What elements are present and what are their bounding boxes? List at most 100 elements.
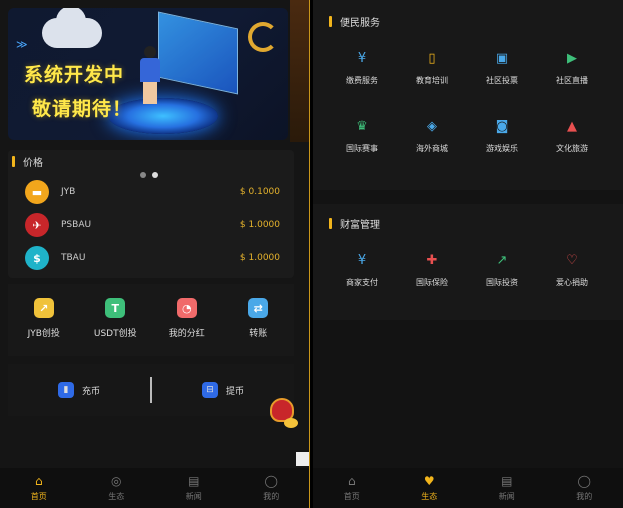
price-row[interactable]: ▬ JYB $ 0.1000 <box>8 178 294 206</box>
wealth-section-header: 财富管理 <box>329 216 380 231</box>
service-heart[interactable]: ♡ 爱心捐助 <box>537 250 607 288</box>
trophy-icon: ♛ <box>356 118 368 134</box>
banner-subtitle: 敬请期待！ <box>32 98 133 120</box>
quick-action-label: USDT创投 <box>93 329 137 339</box>
price-row[interactable]: $ TBAU $ 1.0000 <box>8 244 294 272</box>
ecology-screen: 便民服务 ¥ 缴费服务 ▯ 教育培训 ▣ 社区投票 ▶ 社区直播 ♛ 国际赛事 ◈ 海外商城 ◙ 游戏娱乐… <box>313 0 623 508</box>
section-accent-bar <box>329 218 332 229</box>
tab-news[interactable]: ▤ 新闻 <box>155 468 233 508</box>
service-live[interactable]: ▶ 社区直播 <box>537 48 607 86</box>
price-row[interactable]: ✈ PSBAU $ 1.0000 <box>8 211 294 239</box>
withdraw-label: 提币 <box>225 386 244 397</box>
service-label: 社区直播 <box>556 76 588 85</box>
service-trophy[interactable]: ♛ 国际赛事 <box>327 116 397 154</box>
coin-name: PSBAU <box>61 220 92 230</box>
services-section-header: 便民服务 <box>329 14 380 29</box>
tether-icon: T <box>105 298 126 318</box>
service-insurance[interactable]: ✚ 国际保险 <box>397 250 467 288</box>
tab-label: 新闻 <box>498 492 515 501</box>
news-icon: ▤ <box>188 474 200 488</box>
service-label: 国际赛事 <box>346 144 378 153</box>
withdraw-button[interactable]: ⊟ 提币 <box>152 382 294 398</box>
red-envelope-icon[interactable] <box>266 398 300 432</box>
tab-label: 新闻 <box>185 492 202 501</box>
coin-price: $ 1.0000 <box>239 253 280 263</box>
tab-ecology[interactable]: ◎ 生态 <box>78 468 156 508</box>
user-icon: ◯ <box>577 474 591 488</box>
service-shop[interactable]: ◈ 海外商城 <box>397 116 467 154</box>
tbau-coin-icon: $ <box>25 246 49 270</box>
deposit-label: 充币 <box>81 386 100 397</box>
tab-label: 首页 <box>30 492 47 501</box>
banner[interactable]: ≫ 系统开发中 敬请期待！ <box>8 8 288 140</box>
psbau-coin-icon: ✈ <box>25 213 49 237</box>
service-merchant-pay[interactable]: ¥ 商家支付 <box>327 250 397 288</box>
home-screen: ≫ 系统开发中 敬请期待！ 价格 ▬ JYB $ 0.1000 ✈ PSBAU $ 1.0… <box>0 0 310 508</box>
tab-news[interactable]: ▤ 新闻 <box>468 468 546 508</box>
investment-icon: ↗ <box>496 252 508 268</box>
shop-icon: ◈ <box>427 118 437 134</box>
quick-action-4[interactable]: ⇄ 转账 <box>223 284 295 356</box>
service-payment[interactable]: ¥ 缴费服务 <box>327 48 397 86</box>
coin-price: $ 0.1000 <box>239 187 280 197</box>
price-section-header: 价格 <box>12 154 43 169</box>
service-book[interactable]: ▯ 教育培训 <box>397 48 467 86</box>
ecology-icon: ◎ <box>111 474 122 488</box>
banner-title: 系统开发中 <box>24 64 125 86</box>
deposit-button[interactable]: ▮ 充币 <box>8 382 150 398</box>
chart-icon: ↗ <box>33 298 54 318</box>
bottom-tab-bar: ⌂ 首页 ♥ 生态 ▤ 新闻 ◯ 我的 <box>313 468 623 508</box>
brand-logo <box>248 22 278 52</box>
floating-handle[interactable] <box>296 452 309 466</box>
service-label: 爱心捐助 <box>556 278 588 287</box>
service-vote[interactable]: ▣ 社区投票 <box>467 48 537 86</box>
coin-price: $ 1.0000 <box>239 220 280 230</box>
ecology-icon: ♥ <box>423 474 435 488</box>
service-label: 文化旅游 <box>556 144 588 153</box>
service-label: 社区投票 <box>486 76 518 85</box>
cloud-illustration <box>42 8 102 48</box>
service-label: 教育培训 <box>416 76 448 85</box>
service-label: 国际投资 <box>486 278 518 287</box>
payment-icon: ¥ <box>357 50 367 66</box>
screen-illustration <box>158 11 238 95</box>
arrows-decoration: ≫ <box>16 38 28 51</box>
tab-label: 生态 <box>421 492 438 501</box>
vote-icon: ▣ <box>495 50 509 66</box>
wealth-title: 财富管理 <box>340 220 380 231</box>
heart-icon: ♡ <box>566 252 578 268</box>
quick-actions: ↗ JYB创投 T USDT创投 ◔ 我的分红 ⇄ 转账 <box>8 284 294 356</box>
live-icon: ▶ <box>567 50 577 66</box>
price-title: 价格 <box>23 158 43 169</box>
quick-action-label: JYB创投 <box>27 329 60 339</box>
tab-user[interactable]: ◯ 我的 <box>546 468 623 508</box>
quick-action-label: 转账 <box>249 329 268 339</box>
tab-home[interactable]: ⌂ 首页 <box>313 468 391 508</box>
tab-home[interactable]: ⌂ 首页 <box>0 468 78 508</box>
service-investment[interactable]: ↗ 国际投资 <box>467 250 537 288</box>
gamepad-icon: ◙ <box>495 118 509 134</box>
service-label: 国际保险 <box>416 278 448 287</box>
tab-ecology[interactable]: ♥ 生态 <box>391 468 469 508</box>
tab-label: 首页 <box>343 492 360 501</box>
section-accent-bar <box>12 156 15 167</box>
jyb-coin-icon: ▬ <box>25 180 49 204</box>
coin-name: JYB <box>61 187 76 197</box>
travel-icon: ▲ <box>567 118 577 134</box>
banner-next-slide-peek <box>290 0 309 142</box>
quick-action-2[interactable]: T USDT创投 <box>80 284 152 356</box>
book-icon: ▯ <box>428 50 436 66</box>
transfer-icon: ⇄ <box>248 298 269 318</box>
bottom-tab-bar: ⌂ 首页 ◎ 生态 ▤ 新闻 ◯ 我的 <box>0 468 310 508</box>
home-icon: ⌂ <box>347 474 356 488</box>
withdraw-icon: ⊟ <box>201 382 218 398</box>
quick-action-3[interactable]: ◔ 我的分红 <box>151 284 223 356</box>
home-icon: ⌂ <box>34 474 43 488</box>
service-gamepad[interactable]: ◙ 游戏娱乐 <box>467 116 537 154</box>
person-illustration <box>140 46 160 104</box>
quick-action-1[interactable]: ↗ JYB创投 <box>8 284 80 356</box>
service-label: 缴费服务 <box>346 76 378 85</box>
tab-user[interactable]: ◯ 我的 <box>233 468 310 508</box>
service-travel[interactable]: ▲ 文化旅游 <box>537 116 607 154</box>
section-accent-bar <box>329 16 332 27</box>
